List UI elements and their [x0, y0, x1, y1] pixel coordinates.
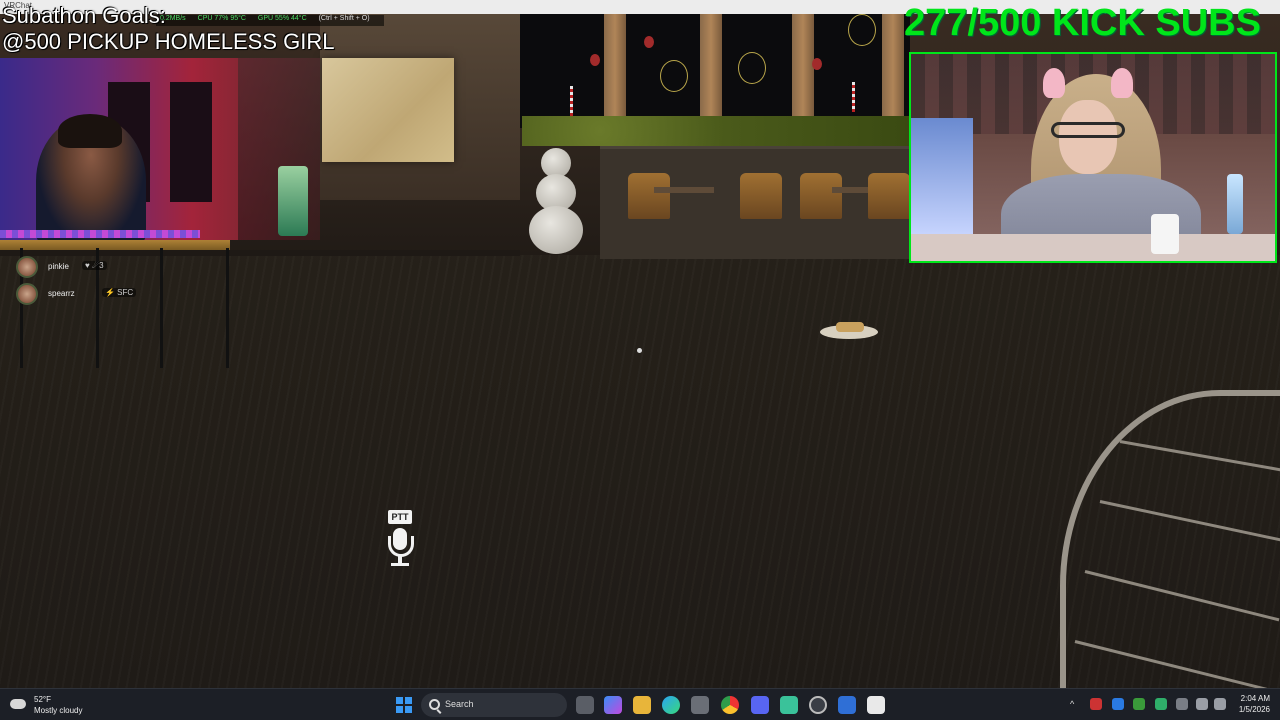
ornament — [848, 14, 876, 46]
glasses — [1051, 122, 1125, 138]
night-windows — [520, 0, 910, 128]
clock-time: 2:04 AM — [1240, 694, 1270, 703]
edge-icon[interactable] — [662, 696, 680, 714]
drink-cup — [278, 166, 308, 236]
window-post — [700, 0, 722, 128]
railing — [1060, 390, 1280, 716]
ornament — [738, 52, 766, 84]
rgb-keyboard — [0, 230, 200, 238]
goals-item: @500 PICKUP HOMELESS GIRL — [2, 29, 335, 54]
candy-cane — [570, 86, 573, 116]
copilot-icon[interactable] — [604, 696, 622, 714]
snowman-base — [529, 206, 583, 254]
volume-icon[interactable] — [1214, 698, 1226, 710]
cat-ear — [1043, 68, 1065, 98]
weather-condition: Mostly cloudy — [34, 706, 83, 715]
weather-temp: 52°F — [34, 695, 51, 704]
microphone-tray-icon[interactable] — [1176, 698, 1188, 710]
bluetooth-icon[interactable] — [1112, 698, 1124, 710]
steam-icon[interactable] — [809, 696, 827, 714]
booth-area — [600, 146, 910, 259]
cake-pickup[interactable] — [836, 322, 864, 332]
folder-icon[interactable] — [633, 696, 651, 714]
window-post — [604, 0, 626, 128]
ornament — [660, 60, 688, 92]
chair-leg — [226, 248, 229, 368]
windows-taskbar: 52°F Mostly cloudy Search ^ 2:04 AM 1/5/… — [0, 688, 1280, 720]
nvidia-icon[interactable] — [1133, 698, 1145, 710]
system-clock[interactable]: 2:04 AM 1/5/2026 — [1230, 693, 1270, 715]
vrchat-icon[interactable] — [867, 696, 885, 714]
voice-chat-list: pinkie ♥ ☄3 spearrz ⚡ SFC — [16, 256, 216, 310]
cloud-icon — [10, 699, 26, 709]
candy-cane — [852, 82, 855, 112]
tray-app-icon[interactable] — [1090, 698, 1102, 710]
search-icon — [429, 699, 440, 710]
kick-subs-counter: 277/500 KICK SUBS — [904, 2, 1261, 44]
store-icon[interactable] — [691, 696, 709, 714]
window-post — [792, 0, 814, 128]
desktop-screen: PTT VRChat 0.2MB/s CPU 77% 95°C GPU 55% … — [0, 0, 1280, 720]
water-bottle — [1227, 174, 1243, 234]
search-label: Search — [445, 699, 474, 709]
booth-seat — [628, 173, 670, 219]
table — [654, 187, 714, 193]
wall-painting — [322, 58, 454, 162]
booth-seat — [868, 173, 910, 219]
cup — [1151, 214, 1179, 254]
app2-icon[interactable] — [838, 696, 856, 714]
curtain — [170, 82, 212, 202]
booth-seat — [740, 173, 782, 219]
avatar — [16, 283, 38, 305]
app-icon[interactable] — [780, 696, 798, 714]
network-icon[interactable] — [1196, 698, 1208, 710]
hedge-planter — [522, 116, 912, 146]
chat-username: spearrz — [48, 289, 75, 298]
desk — [911, 234, 1275, 261]
goals-title: Subathon Goals: — [2, 3, 166, 28]
avatar — [16, 256, 38, 278]
chat-user[interactable]: spearrz ⚡ SFC — [16, 283, 216, 305]
tray-chevron-icon[interactable]: ^ — [1070, 698, 1082, 710]
window-post — [882, 0, 904, 128]
ornament — [812, 58, 822, 70]
ptt-label: PTT — [388, 510, 412, 524]
chrome-icon[interactable] — [721, 696, 739, 714]
push-to-talk-indicator: PTT — [386, 510, 414, 566]
ornament — [644, 36, 654, 48]
clock-date: 1/5/2026 — [1238, 705, 1270, 714]
ornament — [590, 54, 600, 66]
crosshair-icon — [637, 348, 642, 353]
cat-ear — [1111, 68, 1133, 98]
booth-seat — [800, 173, 842, 219]
task-view-icon[interactable] — [576, 696, 594, 714]
subathon-goals: Subathon Goals: @500 PICKUP HOMELESS GIR… — [2, 3, 335, 55]
streamer-hair — [58, 114, 122, 148]
monitor-glow — [911, 118, 973, 238]
chat-badge: ♥ ☄3 — [82, 261, 107, 270]
snowman[interactable] — [526, 148, 586, 256]
streamer-webcam-right — [909, 52, 1277, 263]
chat-user[interactable]: pinkie ♥ ☄3 — [16, 256, 216, 278]
chat-username: pinkie — [48, 262, 69, 271]
tray-app2-icon[interactable] — [1155, 698, 1167, 710]
taskbar-search[interactable]: Search — [421, 693, 567, 717]
chat-badge: ⚡ SFC — [102, 288, 137, 297]
windows-start-icon[interactable] — [396, 697, 412, 713]
streamer-webcam-left — [0, 58, 320, 240]
discord-icon[interactable] — [751, 696, 769, 714]
